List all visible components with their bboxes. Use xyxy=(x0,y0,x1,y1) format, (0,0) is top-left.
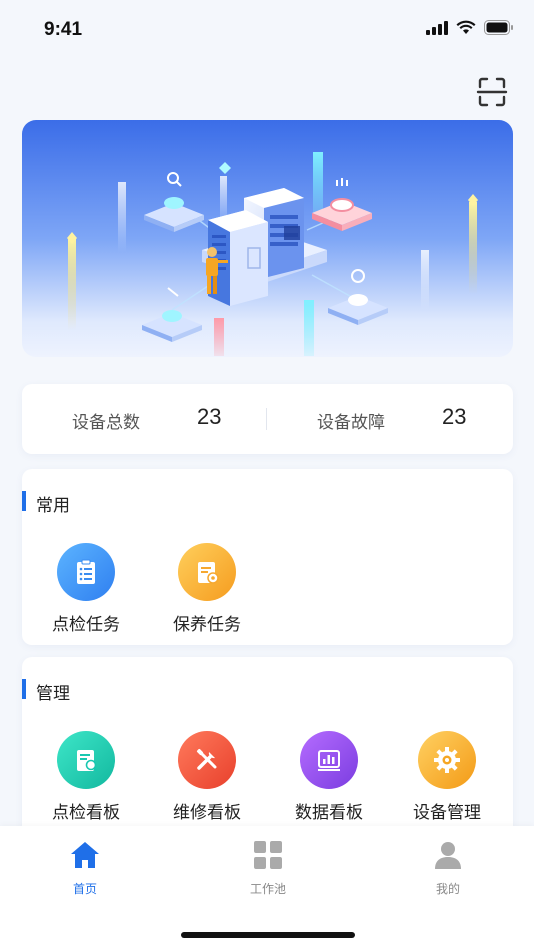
bar-chart-icon xyxy=(300,731,358,789)
tab-mine[interactable]: 我的 xyxy=(408,840,488,897)
repair-board-label: 维修看板 xyxy=(173,803,241,823)
total-devices-value: 23 xyxy=(197,404,222,429)
scan-button[interactable] xyxy=(474,74,510,110)
status-icons xyxy=(426,20,514,35)
inspection-board-icon xyxy=(57,731,115,789)
signal-icon xyxy=(426,20,448,35)
tab-work-pool[interactable]: 工作池 xyxy=(228,840,308,897)
banner-illustration xyxy=(22,120,513,357)
inspection-task-button[interactable]: 点检任务 xyxy=(36,543,136,635)
home-icon xyxy=(71,842,99,868)
wifi-icon xyxy=(456,20,476,34)
stats-divider xyxy=(266,408,267,430)
user-icon xyxy=(435,842,461,869)
device-management-label: 设备管理 xyxy=(413,803,481,823)
data-board-label: 数据看板 xyxy=(295,803,363,823)
tab-home[interactable]: 首页 xyxy=(45,840,125,897)
tab-mine-label: 我的 xyxy=(435,882,460,896)
common-section: 常用 点检任务 保养任务 xyxy=(22,469,513,645)
scan-icon xyxy=(476,77,508,107)
management-section-title: 管理 xyxy=(36,684,70,704)
tools-icon xyxy=(178,731,236,789)
tab-work-pool-label: 工作池 xyxy=(249,882,286,896)
section-marker xyxy=(22,491,26,511)
status-time: 9:41 xyxy=(44,19,83,40)
gear-icon xyxy=(418,731,476,789)
inspection-task-label: 点检任务 xyxy=(52,615,120,635)
inspection-board-label: 点检看板 xyxy=(52,803,120,823)
status-bar: 9:41 xyxy=(0,0,534,60)
section-marker xyxy=(22,679,26,699)
repair-board-button[interactable]: 维修看板 xyxy=(157,731,257,823)
server-illustration xyxy=(67,152,478,356)
faulty-devices-value: 23 xyxy=(442,404,467,429)
data-board-button[interactable]: 数据看板 xyxy=(279,731,379,823)
inspection-board-button[interactable]: 点检看板 xyxy=(36,731,136,823)
device-stats-card: 设备总数 23 设备故障 23 xyxy=(22,384,513,454)
battery-icon xyxy=(484,20,513,35)
device-management-button[interactable]: 设备管理 xyxy=(397,731,497,823)
maintenance-task-button[interactable]: 保养任务 xyxy=(157,543,257,635)
home-indicator[interactable] xyxy=(181,932,355,938)
tab-home-label: 首页 xyxy=(72,882,97,896)
grid-icon xyxy=(254,841,282,869)
maintenance-task-label: 保养任务 xyxy=(173,615,241,635)
management-section: 管理 点检看板 维修看板 数据看板 设备管理 xyxy=(22,657,513,847)
common-section-title: 常用 xyxy=(36,496,70,516)
checklist-icon xyxy=(57,543,115,601)
maintenance-doc-icon xyxy=(178,543,236,601)
total-devices-label: 设备总数 xyxy=(72,413,140,433)
faulty-devices-label: 设备故障 xyxy=(317,413,385,433)
